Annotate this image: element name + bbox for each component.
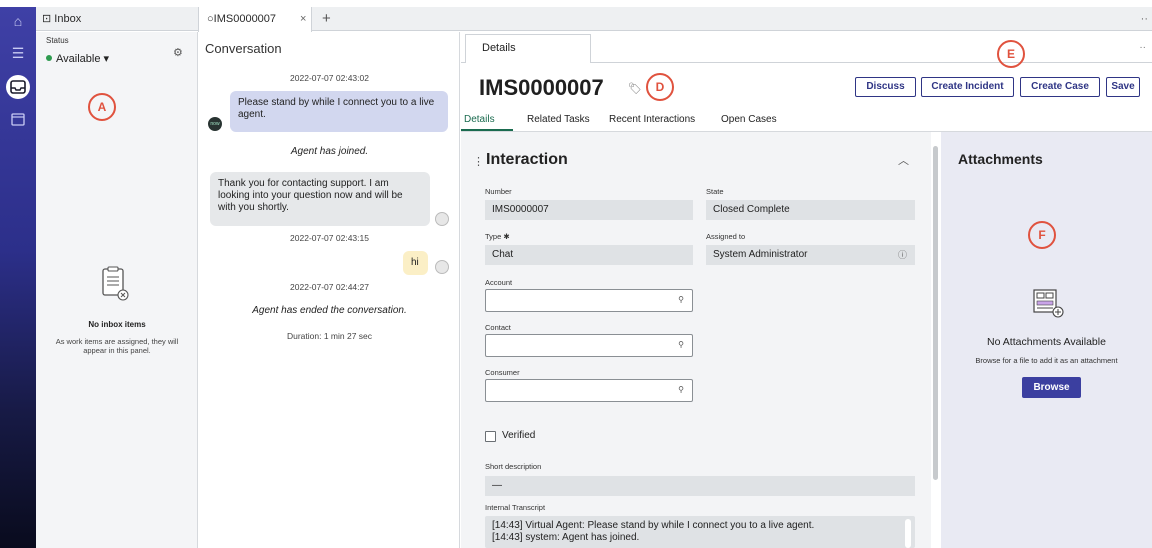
- annotation-marker-a: A: [88, 93, 116, 121]
- system-message: Agent has ended the conversation.: [252, 305, 407, 316]
- record-title: IMS0000007: [479, 75, 604, 100]
- home-icon[interactable]: ⌂: [6, 9, 30, 33]
- search-icon[interactable]: ⚲: [678, 385, 684, 394]
- inbox-tab-icon: ⊡: [42, 13, 55, 25]
- info-icon[interactable]: ⓘ: [898, 245, 907, 265]
- browse-button[interactable]: Browse: [1022, 377, 1081, 398]
- short-description-label: Short description: [485, 462, 542, 471]
- close-tab-icon[interactable]: ×: [300, 7, 306, 31]
- transcript-line: [14:43] Virtual Agent: Please stand by w…: [492, 520, 815, 531]
- consumer-label: Consumer: [485, 368, 520, 377]
- status-label: Status: [46, 36, 69, 45]
- add-tab-button[interactable]: +: [322, 7, 331, 31]
- tag-icon[interactable]: 🏷︎: [628, 82, 642, 95]
- contact-input[interactable]: ⚲: [485, 334, 693, 357]
- search-icon[interactable]: ⚲: [678, 340, 684, 349]
- more-icon[interactable]: ··: [1139, 42, 1146, 53]
- virtual-agent-avatar: now: [208, 117, 222, 131]
- more-icon[interactable]: ··: [1141, 7, 1148, 31]
- timestamp: 2022-07-07 02:43:02: [290, 73, 369, 83]
- save-button[interactable]: Save: [1106, 77, 1140, 97]
- annotation-marker-f: F: [1028, 221, 1056, 249]
- conversation-duration: Duration: 1 min 27 sec: [286, 331, 373, 341]
- subtab-recent-interactions[interactable]: Recent Interactions: [609, 114, 695, 125]
- attachments-title: Attachments: [958, 151, 1043, 167]
- verified-label: Verified: [502, 430, 536, 441]
- create-case-button[interactable]: Create Case: [1020, 77, 1100, 97]
- create-incident-button[interactable]: Create Incident: [921, 77, 1014, 97]
- empty-inbox-icon: [102, 266, 129, 301]
- available-dot-icon: [46, 55, 52, 61]
- agent-avatar: [435, 212, 449, 226]
- chevron-down-icon: ▾: [103, 53, 110, 65]
- conversation-panel: Conversation 2022-07-07 02:43:02 Please …: [199, 32, 460, 548]
- tab-inbox[interactable]: ⊡ Inbox: [42, 7, 81, 31]
- account-input[interactable]: ⚲: [485, 289, 693, 312]
- verified-checkbox[interactable]: [485, 431, 496, 442]
- empty-inbox-title: No inbox items: [88, 320, 146, 329]
- tab-record-label: IMS0000007: [213, 13, 277, 25]
- type-field: Chat: [485, 245, 693, 265]
- type-label: Type ✱: [485, 232, 510, 241]
- short-description-field: —: [485, 476, 915, 496]
- transcript-scrollbar[interactable]: [905, 519, 911, 548]
- tab-record[interactable]: ○IMS0000007 ×: [198, 7, 312, 32]
- user-message: hi: [403, 251, 428, 275]
- internal-transcript-label: Internal Transcript: [485, 503, 546, 512]
- conversation-title: Conversation: [205, 41, 282, 56]
- section-title: Interaction: [486, 151, 568, 168]
- workspace-tab-bar: ⊡ Inbox ○IMS0000007 × + ··: [36, 7, 1152, 32]
- annotation-marker-d: D: [646, 73, 674, 101]
- assigned-to-value: System Administrator: [713, 249, 808, 260]
- list-icon[interactable]: ☰: [6, 41, 30, 65]
- inbox-panel: Status Available ▾ ⚙ A No inbox items As…: [36, 32, 198, 548]
- inbox-icon[interactable]: [6, 75, 30, 99]
- agent-message: Thank you for contacting support. I am l…: [210, 172, 430, 226]
- form-scrollbar-thumb[interactable]: [933, 146, 938, 480]
- assigned-to-label: Assigned to: [706, 232, 746, 241]
- subtab-details[interactable]: Details: [464, 114, 495, 125]
- tab-inbox-label: Inbox: [54, 13, 82, 25]
- subtab-open-cases[interactable]: Open Cases: [721, 114, 777, 125]
- tab-details[interactable]: Details: [465, 34, 591, 63]
- record-details-panel: Details ·· IMS0000007 🏷︎ D E Discuss Cre…: [461, 32, 1152, 548]
- chevron-up-icon[interactable]: ︿: [898, 152, 909, 168]
- empty-inbox-text: As work items are assigned, they will ap…: [55, 337, 179, 355]
- timestamp: 2022-07-07 02:44:27: [290, 282, 369, 292]
- attachment-empty-icon: [1033, 289, 1064, 318]
- chat-bubble-icon: ○: [207, 13, 214, 25]
- status-dropdown[interactable]: Available ▾: [46, 52, 109, 65]
- interaction-form: ⋮ Interaction ︿ Number IMS0000007 State …: [461, 132, 931, 548]
- number-label: Number: [485, 187, 512, 196]
- system-message: Agent has joined.: [290, 146, 369, 157]
- annotation-marker-e: E: [997, 40, 1025, 68]
- account-label: Account: [485, 278, 513, 287]
- attachments-empty-title: No Attachments Available: [987, 336, 1106, 348]
- transcript-line: [14:43] system: Agent has joined.: [492, 532, 640, 543]
- bot-message: Please stand by while I connect you to a…: [230, 91, 448, 132]
- search-icon[interactable]: ⚲: [678, 295, 684, 304]
- assigned-to-field: System Administrator ⓘ: [706, 245, 915, 265]
- subtab-related-tasks[interactable]: Related Tasks: [527, 114, 590, 125]
- app-rail: ⌂ ☰: [0, 7, 36, 548]
- state-label: State: [706, 187, 724, 196]
- discuss-button[interactable]: Discuss: [855, 77, 916, 97]
- calendar-icon[interactable]: [6, 107, 30, 131]
- number-field: IMS0000007: [485, 200, 693, 220]
- gear-icon[interactable]: ⚙: [173, 46, 183, 59]
- state-field: Closed Complete: [706, 200, 915, 220]
- contact-label: Contact: [485, 323, 511, 332]
- drag-handle-icon[interactable]: ⋮: [473, 155, 484, 168]
- timestamp: 2022-07-07 02:43:15: [290, 233, 369, 243]
- agent-avatar: [435, 260, 449, 274]
- status-value: Available: [56, 53, 101, 65]
- attachments-empty-text: Browse for a file to add it as an attach…: [975, 356, 1118, 365]
- consumer-input[interactable]: ⚲: [485, 379, 693, 402]
- internal-transcript-field: [14:43] Virtual Agent: Please stand by w…: [485, 516, 915, 548]
- attachments-panel: Attachments F No Attachments Available B…: [941, 132, 1152, 548]
